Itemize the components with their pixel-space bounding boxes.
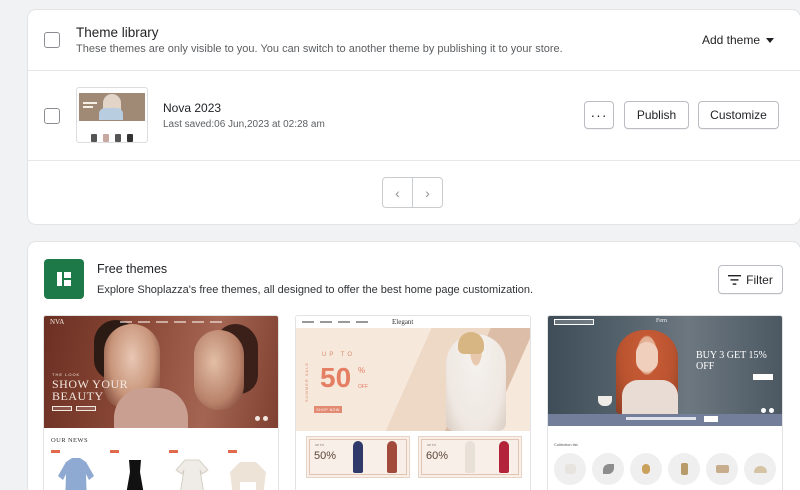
customize-button[interactable]: Customize <box>698 101 779 129</box>
theme-card-nova[interactable]: NVA THE LOOK SHOW YOUR BEAUTY OUR NEWS <box>43 315 279 490</box>
free-themes-card: Free themes Explore Shoplazza's free the… <box>28 242 800 490</box>
theme-preview-hero: NVA THE LOOK SHOW YOUR BEAUTY <box>44 316 278 428</box>
theme-thumbnail[interactable] <box>76 87 148 143</box>
theme-library-subtitle: These themes are only visible to you. Yo… <box>76 43 563 55</box>
filter-icon <box>728 274 742 285</box>
divider <box>28 160 800 161</box>
carousel-dots <box>255 416 268 421</box>
chevron-left-icon: ‹ <box>395 184 400 201</box>
select-all-checkbox[interactable] <box>44 32 60 48</box>
collection-circle <box>706 453 738 485</box>
next-page-button[interactable]: › <box>412 178 442 207</box>
preview-section-title: OUR NEWS <box>51 437 88 444</box>
preview-headline: SHOW YOUR BEAUTY <box>52 377 129 403</box>
caret-down-icon <box>766 37 774 43</box>
preview-off: OFF <box>358 384 368 390</box>
preview-announcement-bar <box>548 414 782 426</box>
publish-button[interactable]: Publish <box>624 101 689 129</box>
filter-button[interactable]: Filter <box>718 265 783 294</box>
preview-shop-button: SHOP NOW <box>314 406 342 413</box>
filter-label: Filter <box>746 272 773 287</box>
collection-circle <box>744 453 776 485</box>
preview-search <box>554 319 594 325</box>
preview-nav: Elegant <box>296 316 530 328</box>
add-theme-button[interactable]: Add theme <box>702 33 774 47</box>
preview-nav: Fern <box>548 316 782 328</box>
preview-promo: UP TO 50% <box>306 436 410 478</box>
preview-brand: Fern <box>656 318 667 324</box>
theme-row-checkbox[interactable] <box>44 108 60 124</box>
preview-headline: BUY 3 GET 15% OFF <box>696 350 767 372</box>
preview-percent: % <box>358 366 366 375</box>
free-themes-logo-icon <box>44 259 84 299</box>
product-black-dress <box>126 460 144 490</box>
product-sweater <box>230 462 266 490</box>
pagination: ‹ › <box>382 177 443 208</box>
divider <box>28 70 800 71</box>
theme-name: Nova 2023 <box>163 101 222 115</box>
collection-circle <box>630 453 662 485</box>
theme-preview-hero: UP TO SUMMER SALE 50 % OFF SHOP NOW <box>296 328 530 431</box>
previous-page-button[interactable]: ‹ <box>383 178 412 207</box>
product-white-dress <box>175 459 209 490</box>
theme-last-saved: Last saved:06 Jun,2023 at 02:28 am <box>163 119 325 130</box>
collection-circle <box>668 453 700 485</box>
theme-library-card: Theme library These themes are only visi… <box>28 10 800 224</box>
preview-brand: Elegant <box>392 318 414 326</box>
theme-card-fern[interactable]: Fern BUY 3 GET 15% OFF Collection list <box>547 315 783 490</box>
free-themes-subtitle: Explore Shoplazza's free themes, all des… <box>97 284 534 296</box>
free-themes-title: Free themes <box>97 262 168 276</box>
collection-circle <box>592 453 624 485</box>
preview-brand: NVA <box>50 318 65 326</box>
preview-nav: NVA <box>44 316 278 328</box>
preview-promo: UP TO 60% <box>418 436 522 478</box>
more-actions-button[interactable]: ··· <box>584 101 614 129</box>
preview-section-title: Collection list <box>554 442 578 447</box>
product-blouse <box>58 458 94 490</box>
preview-discount: 50 <box>320 362 352 393</box>
theme-library-title: Theme library <box>76 25 159 40</box>
chevron-right-icon: › <box>425 184 430 201</box>
preview-upto: UP TO <box>322 352 356 358</box>
add-theme-label: Add theme <box>701 33 760 47</box>
carousel-dots <box>761 408 774 413</box>
theme-preview-hero: Fern BUY 3 GET 15% OFF <box>548 316 782 414</box>
collection-circle <box>554 453 586 485</box>
theme-card-elegant[interactable]: Elegant UP TO SUMMER SALE 50 % OFF SHOP … <box>295 315 531 490</box>
preview-side-text: SUMMER SALE <box>304 362 309 403</box>
